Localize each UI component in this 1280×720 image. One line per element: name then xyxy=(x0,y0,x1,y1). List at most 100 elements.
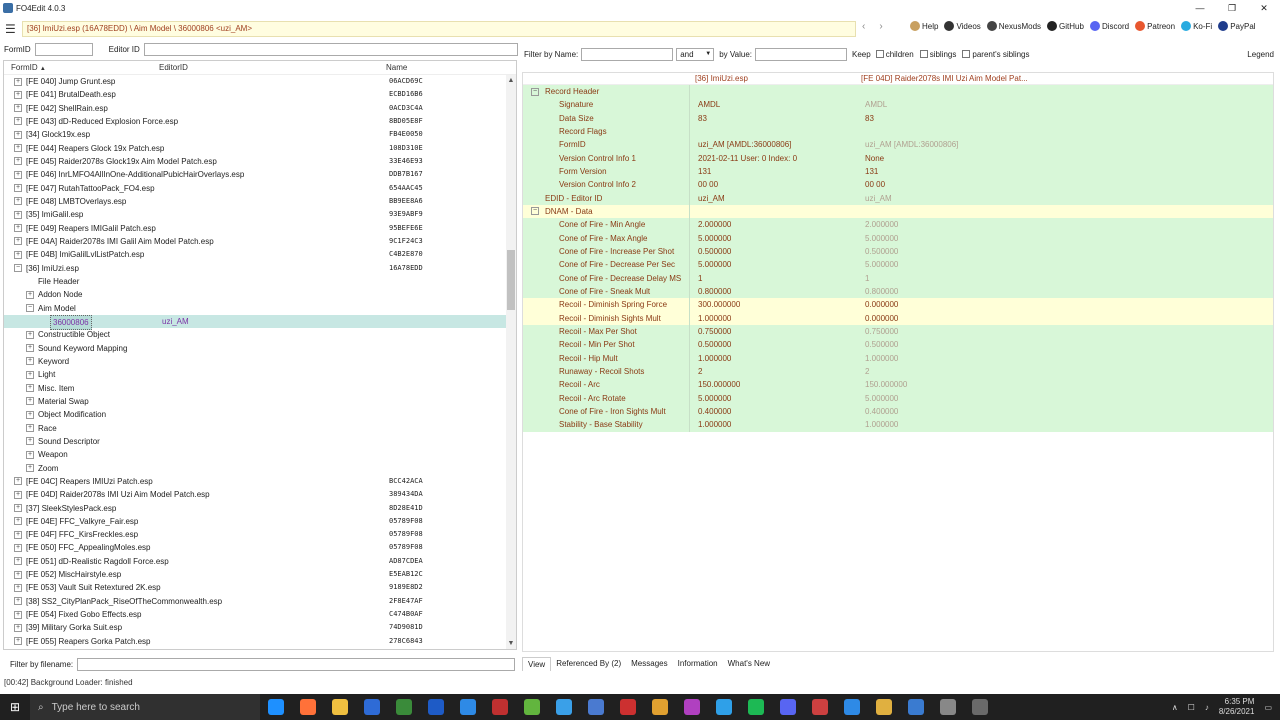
tree-row[interactable]: + [FE 040] Jump Grunt.esp 06ACD69C xyxy=(4,75,516,88)
tree-row[interactable]: + [34] Glock19x.esp FB4E0050 xyxy=(4,128,516,141)
tree-row[interactable]: + Misc. Item xyxy=(4,382,516,395)
tree-row[interactable]: − [36] ImiUzi.esp 16A78EDD xyxy=(4,262,516,275)
taskbar-app-icon[interactable] xyxy=(620,699,636,715)
field-value-override[interactable]: 1.000000 xyxy=(865,352,898,365)
expand-icon[interactable]: + xyxy=(14,490,22,499)
record-field-row[interactable]: Data Size 83 83 xyxy=(523,111,1273,125)
taskbar-app-icon[interactable] xyxy=(812,699,828,715)
tree-row[interactable]: + [FE 04C] Reapers IMIUzi Patch.esp BCC42A… xyxy=(4,475,516,488)
tree-row[interactable]: + [35] ImiGalil.esp 93E9ABF9 xyxy=(4,208,516,221)
expand-icon[interactable]: + xyxy=(14,197,22,206)
record-field-row[interactable]: Runaway - Recoil Shots 2 2 xyxy=(523,364,1273,379)
expand-icon[interactable]: + xyxy=(14,224,22,233)
field-value-override[interactable]: 0.750000 xyxy=(865,325,898,338)
expand-icon[interactable]: + xyxy=(14,504,22,512)
taskbar-search[interactable]: ⌕ Type here to search xyxy=(30,694,260,720)
record-field-row[interactable]: Recoil - Arc Rotate 5.000000 5.000000 xyxy=(523,391,1273,405)
scroll-thumb[interactable] xyxy=(507,250,515,310)
link-videos[interactable]: Videos xyxy=(944,21,981,31)
tree-row[interactable]: + [FE 04A] Raider2078s IMI Galil Aim Mode… xyxy=(4,235,516,248)
and-select[interactable]: and ▼ xyxy=(676,47,715,61)
expand-icon[interactable]: + xyxy=(14,90,22,99)
field-value-override[interactable]: AMDL xyxy=(865,98,887,111)
record-field-row[interactable]: Cone of Fire - Max Angle 5.000000 5.000000 xyxy=(523,231,1273,245)
tree-row[interactable]: + [FE 052] MiscHairstyle.esp E5EAB12C xyxy=(4,568,516,581)
close-button[interactable]: ✕ xyxy=(1248,0,1280,16)
tree-row[interactable]: + Addon Node xyxy=(4,288,516,301)
record-field-row[interactable]: Recoil - Arc 150.000000 150.000000 xyxy=(523,378,1273,392)
taskbar-app-icon[interactable] xyxy=(844,699,860,715)
taskbar-app-icon[interactable] xyxy=(684,699,700,715)
taskbar-app-icon[interactable] xyxy=(332,699,348,715)
filename-filter-input[interactable] xyxy=(77,657,516,671)
record-field-row[interactable]: Cone of Fire - Sneak Mult 0.800000 0.80000… xyxy=(523,284,1273,299)
tree-row[interactable]: + Keyword xyxy=(4,355,516,368)
forward-icon[interactable]: › xyxy=(879,21,882,32)
field-value-override[interactable]: uzi_AM xyxy=(865,192,892,205)
taskbar-app-icon[interactable] xyxy=(972,699,988,715)
field-value-override[interactable]: 1.000000 xyxy=(865,418,898,431)
name-column-header[interactable]: Name xyxy=(386,61,407,75)
taskbar-app-icon[interactable] xyxy=(364,699,380,715)
tree-row[interactable]: + [FE 050] FFC_AppealingMoles.esp 05789F08 xyxy=(4,541,516,554)
expand-icon[interactable]: + xyxy=(14,517,22,526)
record-field-row[interactable]: Recoil - Diminish Sights Mult 1.000000 0.0… xyxy=(523,311,1273,325)
expand-icon[interactable]: + xyxy=(14,117,22,126)
record-field-row[interactable]: Cone of Fire - Decrease Delay MS 1 1 xyxy=(523,271,1273,285)
expand-icon[interactable]: + xyxy=(14,557,22,566)
expand-icon[interactable]: + xyxy=(26,464,34,473)
field-value-override[interactable]: 00 00 xyxy=(865,178,885,191)
taskbar-app-icon[interactable] xyxy=(652,699,668,715)
field-value-override[interactable]: 0.400000 xyxy=(865,405,898,418)
expand-icon[interactable]: + xyxy=(26,370,34,379)
taskbar-app-icon[interactable] xyxy=(780,699,796,715)
field-value-override[interactable]: 131 xyxy=(865,165,878,178)
notification-icon[interactable]: ▭ xyxy=(1264,703,1272,712)
record-field-row[interactable]: − DNAM - Data xyxy=(523,204,1273,219)
tree-row[interactable]: + Weapon xyxy=(4,448,516,461)
tree-row[interactable]: + [FE 051] dD-Realistic Ragdoll Force.esp… xyxy=(4,555,516,568)
record-field-row[interactable]: Cone of Fire - Iron Sights Mult 0.400000 0… xyxy=(523,404,1273,419)
taskbar-app-icon[interactable] xyxy=(748,699,764,715)
expand-icon[interactable]: + xyxy=(26,410,34,419)
field-value-override[interactable]: 0.800000 xyxy=(865,285,898,298)
link-patreon[interactable]: Patreon xyxy=(1135,21,1175,31)
taskbar-app-icon[interactable] xyxy=(588,699,604,715)
expand-icon[interactable]: + xyxy=(14,184,22,193)
field-value-override[interactable]: 83 xyxy=(865,112,874,125)
expand-icon[interactable]: + xyxy=(26,424,34,433)
record-field-row[interactable]: FormID uzi_AM [AMDL:36000806] uzi_AM [AMDL… xyxy=(523,138,1273,152)
windows-start-icon[interactable]: ⊞ xyxy=(0,694,30,720)
formid-filter-input[interactable] xyxy=(34,42,93,56)
tree-row[interactable]: + [FE 055] Reapers Gorka Patch.esp 278C684… xyxy=(4,635,516,648)
expand-icon[interactable]: + xyxy=(26,437,34,446)
tree-row[interactable]: + Object Modification xyxy=(4,408,516,421)
tree-row[interactable]: File Header xyxy=(4,275,516,288)
record-field-row[interactable]: Version Control Info 1 2021-02-11 User: 0… xyxy=(523,151,1273,165)
expand-icon[interactable]: + xyxy=(14,170,22,179)
tree-row[interactable]: + [37] SleekStylesPack.esp 8D28E41D xyxy=(4,502,516,515)
record-field-row[interactable]: Signature AMDL AMDL xyxy=(523,98,1273,112)
taskbar-app-icon[interactable] xyxy=(268,699,284,715)
taskbar-app-icon[interactable] xyxy=(940,699,956,715)
field-value-override[interactable]: None xyxy=(865,152,884,165)
editorid-column-header[interactable]: EditorID xyxy=(159,61,188,75)
tree-row[interactable]: + [FE 043] dD-Reduced Explosion Force.esp… xyxy=(4,115,516,128)
tab-what-s-new[interactable]: What's New xyxy=(723,657,775,671)
tree-row[interactable]: − Aim Model xyxy=(4,302,516,315)
volume-icon[interactable]: ♪ xyxy=(1205,703,1209,712)
record-field-row[interactable]: Stability - Base Stability 1.000000 1.0000… xyxy=(523,418,1273,432)
taskbar-app-icon[interactable] xyxy=(524,699,540,715)
tree-row[interactable]: + [FE 046] InrLMFO4AllInOne-AdditionalPub… xyxy=(4,168,516,181)
tree-row[interactable]: + Sound Keyword Mapping xyxy=(4,342,516,355)
record-field-row[interactable]: Cone of Fire - Min Angle 2.000000 2.000000 xyxy=(523,218,1273,232)
siblings-checkbox[interactable]: siblings xyxy=(919,50,956,59)
tree-row[interactable]: + Race xyxy=(4,422,516,435)
expand-icon[interactable]: + xyxy=(26,450,34,459)
record-field-row[interactable]: Recoil - Diminish Spring Force 300.000000… xyxy=(523,298,1273,312)
link-discord[interactable]: Discord xyxy=(1089,21,1129,31)
network-icon[interactable]: ☐ xyxy=(1188,703,1195,712)
record-field-row[interactable]: Recoil - Max Per Shot 0.750000 0.750000 xyxy=(523,324,1273,339)
taskbar-app-icon[interactable] xyxy=(556,699,572,715)
tree-row[interactable]: + [FE 04F] FFC_KirsFreckles.esp 05789F08 xyxy=(4,528,516,541)
